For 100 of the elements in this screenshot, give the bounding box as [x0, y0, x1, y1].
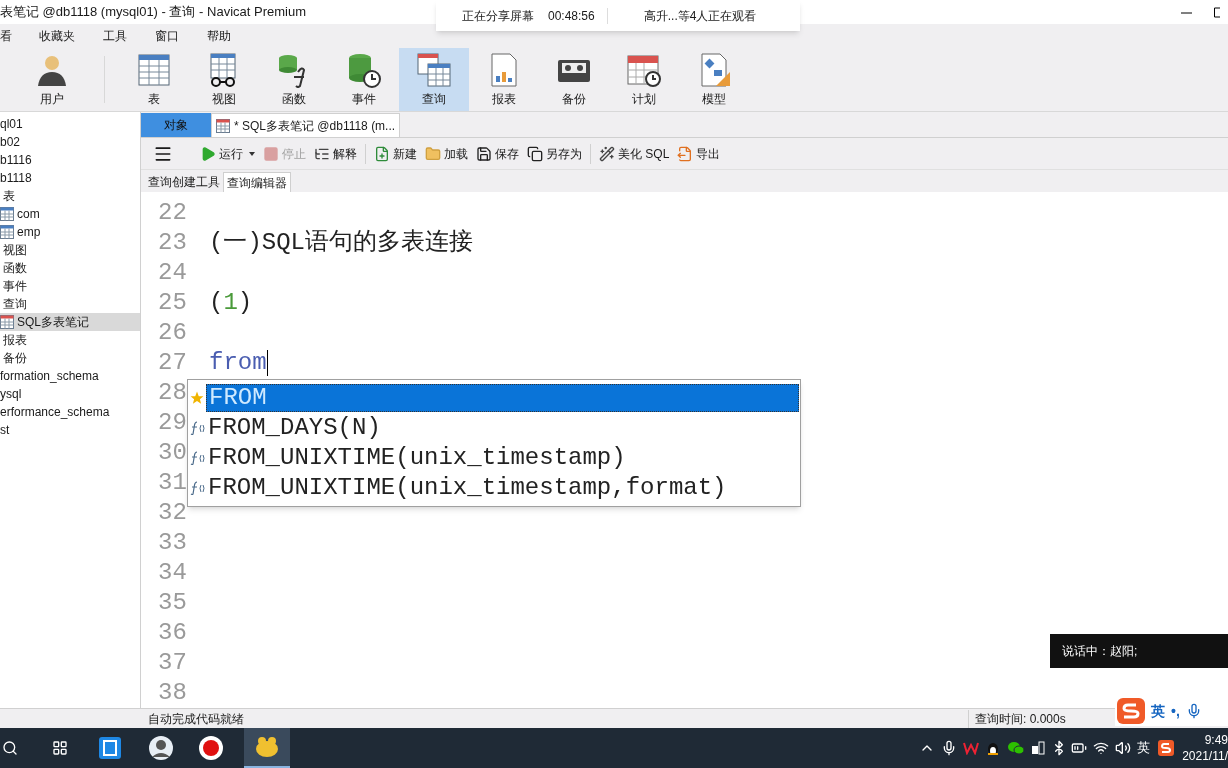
- toolbar-button[interactable]: 保存: [476, 144, 519, 163]
- tree-item[interactable]: formation_schema: [0, 367, 140, 385]
- tree-item[interactable]: ql01: [0, 115, 140, 133]
- toolbar-button[interactable]: 报表: [469, 48, 539, 111]
- maximize-icon[interactable]: [1214, 6, 1220, 18]
- tree-item[interactable]: 函数: [0, 259, 140, 277]
- toolbar-button[interactable]: 视图: [189, 48, 259, 111]
- tree-item[interactable]: b02: [0, 133, 140, 151]
- toolbar-button[interactable]: 解释: [314, 144, 357, 163]
- menu-item[interactable]: 收藏夹: [39, 27, 75, 45]
- function-icon: [189, 481, 205, 495]
- menu-item[interactable]: 看: [0, 27, 12, 45]
- tree-item-label: SQL多表笔记: [17, 314, 89, 331]
- menu-item[interactable]: 窗口: [155, 27, 179, 45]
- tree-item-label: b1116: [0, 152, 32, 169]
- editor-tab[interactable]: 查询创建工具: [145, 172, 223, 192]
- avatar-icon[interactable]: [148, 735, 174, 761]
- search-icon[interactable]: [2, 740, 18, 756]
- battery-icon[interactable]: [1071, 740, 1087, 756]
- tree-item-label: ql01: [0, 116, 23, 133]
- table-icon: [216, 118, 230, 133]
- suggestion-item[interactable]: FROM: [206, 384, 799, 412]
- toolbar-button[interactable]: 另存为: [527, 144, 582, 163]
- toolbar-button[interactable]: 查询: [399, 48, 469, 111]
- document-tab[interactable]: * SQL多表笔记 @db1118 (m...: [211, 113, 401, 137]
- tree-item-label: b1118: [0, 170, 32, 187]
- share-status: 正在分享屏幕: [462, 7, 534, 25]
- tree-item[interactable]: com: [0, 205, 140, 223]
- line-number: 27: [157, 348, 188, 378]
- database-clock-icon: [346, 51, 382, 88]
- magic-wand-icon: [599, 145, 615, 162]
- tree-item[interactable]: b1116: [0, 151, 140, 169]
- w-app-icon[interactable]: [963, 741, 979, 755]
- toolbar-button[interactable]: 新建: [374, 144, 417, 163]
- tree-item-label: 事件: [3, 278, 27, 295]
- line-number: 23: [157, 228, 188, 258]
- tree-item[interactable]: st: [0, 421, 140, 439]
- toolbar-button[interactable]: 模型: [679, 48, 749, 111]
- input-language[interactable]: 英: [1137, 738, 1150, 758]
- play-icon: [200, 145, 216, 162]
- line-number: 29: [157, 408, 188, 438]
- devices-icon[interactable]: [1031, 741, 1045, 755]
- line-number: 22: [157, 198, 188, 228]
- toolbar-button[interactable]: 函数: [259, 48, 329, 111]
- tree-item-label: erformance_schema: [0, 404, 110, 421]
- suggestion-item[interactable]: FROM_UNIXTIME(unix_timestamp,format): [206, 474, 799, 502]
- table-icon: [0, 315, 14, 329]
- line-number: 30: [157, 438, 188, 468]
- taskbar-app-button[interactable]: [244, 728, 290, 768]
- wifi-icon[interactable]: [1093, 740, 1109, 756]
- tree-item[interactable]: emp: [0, 223, 140, 241]
- toolbar-button[interactable]: 用户: [0, 48, 88, 111]
- suggestion-item[interactable]: FROM_UNIXTIME(unix_timestamp): [206, 444, 799, 472]
- menu-item[interactable]: 工具: [103, 27, 127, 45]
- tree-item[interactable]: 查询: [0, 295, 140, 313]
- tree-item[interactable]: 报表: [0, 331, 140, 349]
- tree-item[interactable]: 表: [0, 187, 140, 205]
- app-icon[interactable]: [98, 736, 122, 760]
- clock[interactable]: 9:49 2021/11/: [1184, 732, 1228, 764]
- toolbar-button[interactable]: 事件: [329, 48, 399, 111]
- toolbar-button[interactable]: 备份: [539, 48, 609, 111]
- folder-icon: [425, 145, 441, 162]
- table-icon: [136, 51, 172, 88]
- toolbar-button[interactable]: 美化 SQL: [599, 144, 670, 163]
- tree-item[interactable]: 事件: [0, 277, 140, 295]
- editor-tab[interactable]: 查询编辑器: [223, 172, 291, 192]
- viewer-count[interactable]: 高升...等4人正在观看: [643, 6, 757, 25]
- suggestion-item[interactable]: FROM_DAYS(N): [206, 414, 799, 442]
- toolbar-button[interactable]: 加载: [425, 144, 468, 163]
- microphone-icon[interactable]: [941, 740, 957, 756]
- status-message: 自动完成代码就绪: [147, 710, 244, 728]
- line-number: 25: [157, 288, 188, 318]
- toolbar-button[interactable]: 表: [119, 48, 189, 111]
- navicat-icon: [254, 736, 280, 758]
- tree-item[interactable]: ysql: [0, 385, 140, 403]
- caret-icon[interactable]: [249, 151, 255, 156]
- sogou-icon[interactable]: [1117, 698, 1145, 724]
- toolbar-button[interactable]: 导出: [677, 144, 721, 163]
- code-line: (一)SQL语句的多表连接: [209, 228, 473, 258]
- penguin-icon[interactable]: [985, 740, 1001, 756]
- line-number: 34: [157, 558, 188, 588]
- sogou-icon[interactable]: [1158, 740, 1174, 756]
- volume-icon[interactable]: [1115, 740, 1131, 756]
- tree-item[interactable]: 视图: [0, 241, 140, 259]
- task-view-icon[interactable]: [52, 740, 68, 756]
- toolbar-button[interactable]: 运行: [200, 144, 255, 163]
- line-number: 36: [157, 618, 188, 648]
- tree-item-label: 备份: [3, 350, 27, 367]
- toolbar-button[interactable]: 计划: [609, 48, 679, 111]
- tree-item[interactable]: SQL多表笔记: [0, 313, 140, 331]
- record-icon[interactable]: [198, 735, 224, 761]
- line-number: 37: [157, 648, 188, 678]
- line-number: 24: [157, 258, 188, 288]
- tree-item[interactable]: erformance_schema: [0, 403, 140, 421]
- save-icon: [476, 145, 492, 162]
- tree-item[interactable]: b1118: [0, 169, 140, 187]
- menu-item[interactable]: 帮助: [207, 27, 231, 45]
- tree-item[interactable]: 备份: [0, 349, 140, 367]
- chat-bubbles-icon[interactable]: [1007, 740, 1025, 756]
- document-tab[interactable]: 对象: [141, 113, 211, 137]
